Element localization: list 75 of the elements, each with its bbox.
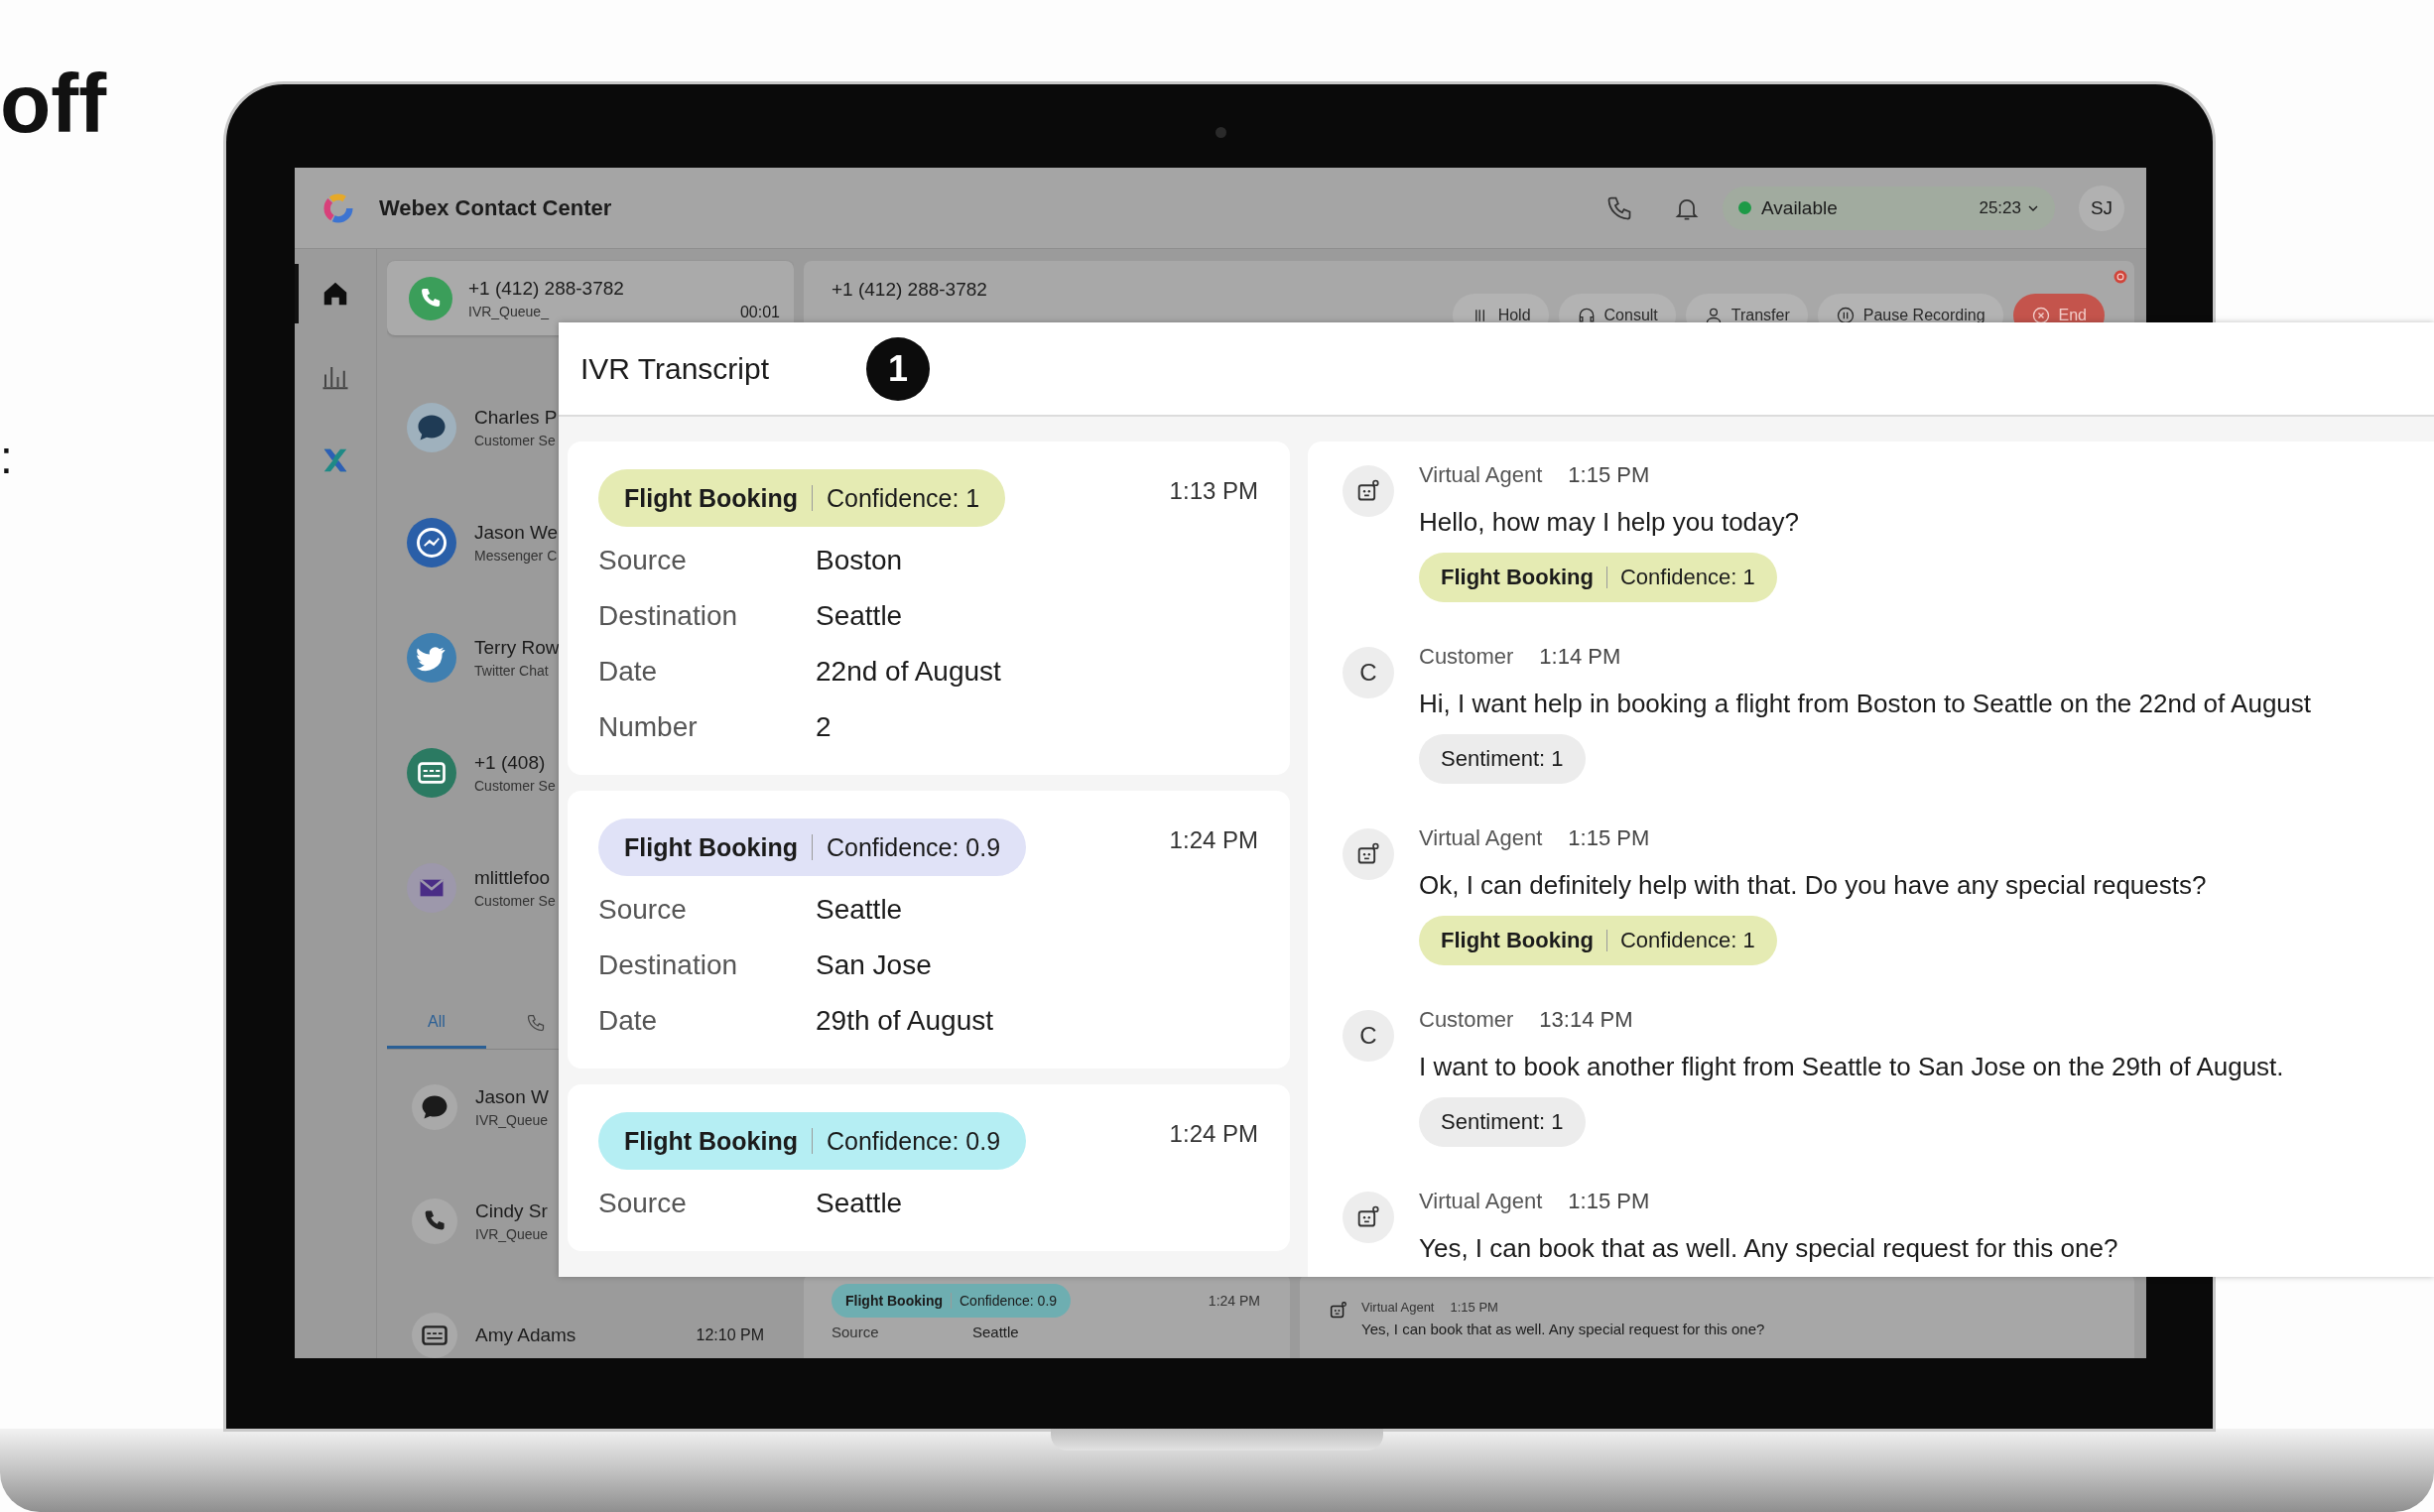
intent-time: 1:24 PM xyxy=(1169,826,1258,854)
message-time: 1:15 PM xyxy=(1450,1300,1498,1315)
sentiment-tag: Sentiment: 1 xyxy=(1419,734,1586,784)
contact-name: Charles P xyxy=(474,407,558,429)
field-value: Seattle xyxy=(816,1188,904,1219)
field-label: Destination xyxy=(598,949,739,981)
promo-text: : xyxy=(0,435,13,480)
field-label: Source xyxy=(598,894,688,926)
message-text: Hello, how may I help you today? xyxy=(1419,506,1800,539)
sentiment-tag: Sentiment: 1 xyxy=(1419,1097,1586,1147)
field-value: 22nd of August xyxy=(816,656,1002,688)
message-text: I want to book another flight from Seattle to San Jose on the 29th of August. xyxy=(1419,1051,2285,1083)
field-value: Boston xyxy=(816,545,904,576)
field-value: 2 xyxy=(816,711,833,743)
contact-name: Jason We xyxy=(474,522,559,544)
field-value: San Jose xyxy=(816,949,933,981)
message-time: 1:15 PM xyxy=(1568,825,1650,851)
contact-channel: Twitter Chat xyxy=(474,663,550,679)
customer-avatar: C xyxy=(1343,1010,1394,1062)
history-time: 12:10 PM xyxy=(696,1325,764,1344)
app-title: Webex Contact Center xyxy=(379,194,612,221)
intent-time: 1:24 PM xyxy=(1169,1120,1258,1148)
intent-time: 1:24 PM xyxy=(1208,1293,1260,1309)
message-text: Hi, I want help in booking a flight from Boston to Seattle on the 22nd of August xyxy=(1419,688,2313,720)
field-label: Number xyxy=(598,711,699,743)
field-label: Source xyxy=(832,1323,880,1340)
field-label: Date xyxy=(598,1005,659,1037)
speaker-name: Virtual Agent xyxy=(1419,825,1543,851)
queue-name: IVR_Queue xyxy=(475,1111,549,1128)
message-time: 1:14 PM xyxy=(1539,644,1621,670)
contact-channel: Messenger C xyxy=(474,548,559,564)
contact-channel: Customer Se xyxy=(474,778,556,794)
speaker-name: Customer xyxy=(1419,1007,1514,1033)
field-label: Destination xyxy=(598,600,739,632)
speaker-name: Virtual Agent xyxy=(1419,1189,1543,1214)
contact-name: mlittlefoo xyxy=(474,867,552,889)
field-value: Seattle xyxy=(816,894,904,926)
queue-name: IVR_Queue_ xyxy=(468,303,551,319)
message-time: 1:15 PM xyxy=(1568,1189,1650,1214)
contact-name: +1 (408) xyxy=(474,752,547,774)
contact-channel: Customer Se xyxy=(474,893,556,909)
intent-tag: Flight Booking Confidence: 0.9 xyxy=(598,819,1027,876)
message-time: 13:14 PM xyxy=(1539,1007,1633,1033)
contact-name: Terry Row xyxy=(474,637,560,659)
message-time: 1:15 PM xyxy=(1568,462,1650,488)
intent-time: 1:13 PM xyxy=(1169,477,1258,505)
speaker-name: Virtual Agent xyxy=(1419,462,1543,488)
field-label: Source xyxy=(598,1188,688,1219)
field-label: Date xyxy=(598,656,659,688)
step-badge: 1 xyxy=(866,336,931,401)
contact-name: Amy Adams xyxy=(475,1323,576,1346)
field-label: Source xyxy=(598,545,688,576)
intent-tag: Flight Booking Confidence: 1 xyxy=(598,469,1006,527)
message-text: Yes, I can book that as well. Any special request for this one? xyxy=(1419,1232,2119,1265)
field-value: 29th of August xyxy=(816,1005,995,1037)
message-text: Yes, I can book that as well. Any special request for this one? xyxy=(1361,1321,1765,1337)
intent-tag: Flight Booking Confidence: 0.9 xyxy=(598,1112,1027,1170)
contact-channel: Customer Se xyxy=(474,433,557,448)
field-value: Seattle xyxy=(972,1323,1020,1340)
queue-name: IVR_Queue xyxy=(475,1225,549,1242)
intent-tag: Flight Booking Confidence: 1 xyxy=(1419,916,1777,965)
customer-avatar: C xyxy=(1343,647,1394,698)
intent-tag: Flight Booking Confidence: 1 xyxy=(1419,553,1777,602)
field-value: Seattle xyxy=(816,600,904,632)
call-duration: 00:01 xyxy=(739,304,780,321)
promo-heading: off xyxy=(0,62,107,145)
contact-name: Jason W xyxy=(475,1085,549,1108)
caller-number: +1 (412) 288-3782 xyxy=(468,277,624,300)
caller-number: +1 (412) 288-3782 xyxy=(832,278,987,302)
message-text: Ok, I can definitely help with that. Do you have any special requests? xyxy=(1419,869,2208,902)
contact-name: Cindy Sr xyxy=(475,1199,549,1222)
panel-title: IVR Transcript xyxy=(580,351,770,386)
speaker-name: Customer xyxy=(1419,644,1514,670)
intent-tag: Flight Booking Confidence: 0.9 xyxy=(832,1284,1072,1318)
speaker-name: Virtual Agent xyxy=(1361,1300,1435,1315)
